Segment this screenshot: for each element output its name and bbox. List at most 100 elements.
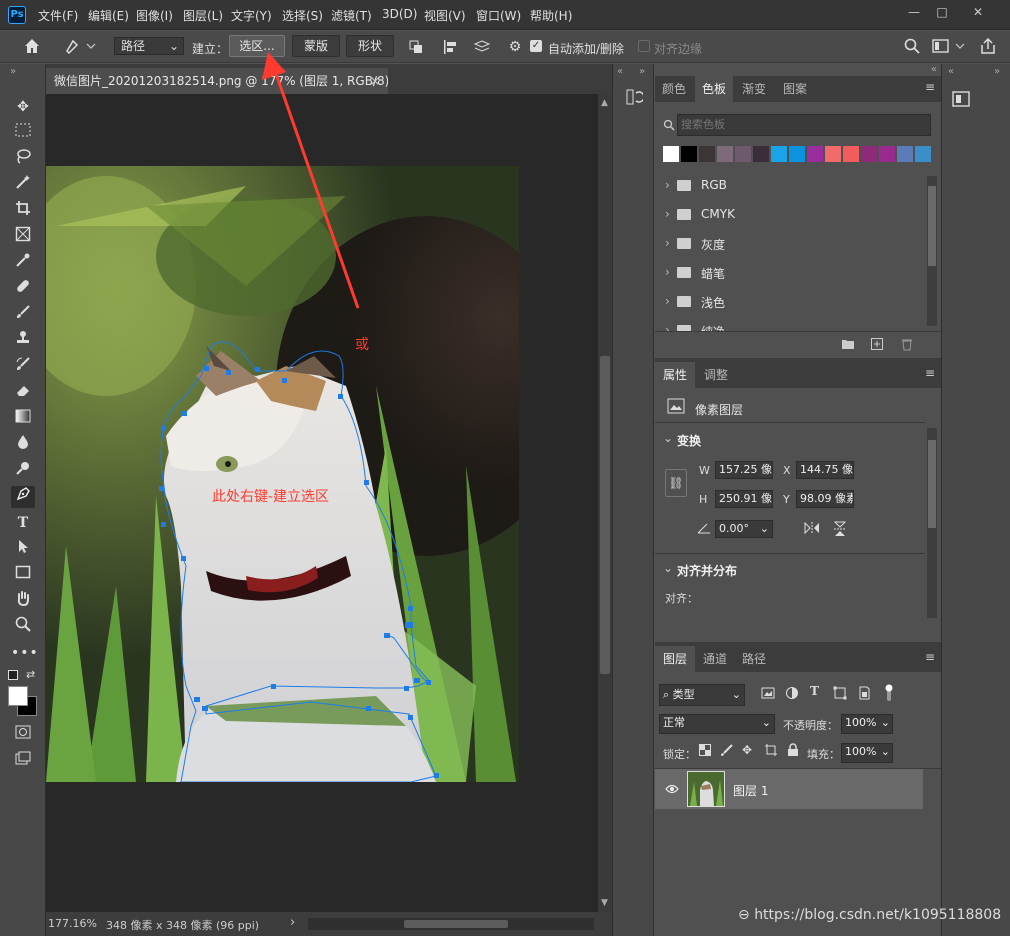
color-swatch[interactable] xyxy=(735,146,751,162)
swatch-group-pure[interactable]: › 纯净 xyxy=(655,316,925,331)
chevron-down-icon[interactable]: ⌄ xyxy=(663,561,673,575)
align-edges-checkbox[interactable] xyxy=(638,40,650,52)
y-field[interactable]: 98.09 像素 xyxy=(796,490,854,508)
path-operations-icon[interactable] xyxy=(406,39,426,59)
menu-filter[interactable]: 滤镜(T) xyxy=(331,7,372,24)
close-tab-icon[interactable]: × xyxy=(370,68,380,94)
brush-tool-icon[interactable] xyxy=(11,304,35,326)
lasso-tool-icon[interactable] xyxy=(11,148,35,170)
fill-field[interactable]: 100% ⌄ xyxy=(841,743,893,763)
menu-layer[interactable]: 图层(L) xyxy=(183,7,223,24)
panel-menu-icon[interactable]: ≡ xyxy=(925,80,935,94)
libraries-icon[interactable] xyxy=(952,90,970,108)
clone-stamp-tool-icon[interactable] xyxy=(11,330,35,352)
menu-file[interactable]: 文件(F) xyxy=(38,7,78,24)
swap-colors-icon[interactable]: ⇄ xyxy=(26,668,35,681)
lock-transparent-icon[interactable] xyxy=(699,744,711,759)
properties-scrollbar[interactable] xyxy=(927,428,937,618)
opacity-field[interactable]: 100% ⌄ xyxy=(841,714,893,734)
swatch-group-light[interactable]: › 浅色 xyxy=(655,287,925,315)
color-swatch[interactable] xyxy=(771,146,787,162)
color-swatch[interactable] xyxy=(897,146,913,162)
horizontal-scrollbar[interactable] xyxy=(308,918,594,930)
menu-help[interactable]: 帮助(H) xyxy=(530,7,572,24)
color-swatch[interactable] xyxy=(753,146,769,162)
default-colors-icon[interactable] xyxy=(8,670,18,680)
filter-adjustment-icon[interactable] xyxy=(785,686,799,703)
collapse-panels-icon[interactable]: « xyxy=(931,64,937,75)
trash-icon[interactable] xyxy=(901,338,913,354)
swatch-group-pastel[interactable]: › 蜡笔 xyxy=(655,258,925,286)
crop-tool-icon[interactable] xyxy=(11,200,35,222)
maximize-button[interactable]: □ xyxy=(930,3,954,21)
tab-properties[interactable]: 属性 xyxy=(655,362,695,388)
quick-mask-icon[interactable] xyxy=(11,724,35,746)
path-alignment-icon[interactable] xyxy=(440,39,460,59)
magic-wand-tool-icon[interactable] xyxy=(11,174,35,196)
expand-icon[interactable]: » xyxy=(639,66,645,77)
screen-mode-icon[interactable] xyxy=(11,750,35,772)
color-swatch[interactable] xyxy=(681,146,697,162)
blur-tool-icon[interactable] xyxy=(11,434,35,456)
color-swatch[interactable] xyxy=(699,146,715,162)
swatches-scrollbar[interactable] xyxy=(927,176,937,326)
filter-smart-object-icon[interactable] xyxy=(857,686,871,703)
status-menu-arrow[interactable]: › xyxy=(290,915,295,930)
menu-window[interactable]: 窗口(W) xyxy=(476,7,521,24)
color-swatch[interactable] xyxy=(861,146,877,162)
share-icon[interactable] xyxy=(978,37,998,59)
tab-adjustments[interactable]: 调整 xyxy=(697,362,735,388)
eraser-tool-icon[interactable] xyxy=(11,382,35,404)
new-group-icon[interactable] xyxy=(841,338,855,353)
history-panel-icon[interactable] xyxy=(625,88,645,106)
swatch-group-rgb[interactable]: › RGB xyxy=(655,171,925,199)
horizontal-scroll-thumb[interactable] xyxy=(404,920,508,928)
height-field[interactable]: 250.91 像素 xyxy=(715,490,773,508)
menu-type[interactable]: 文字(Y) xyxy=(231,7,272,24)
marquee-tool-icon[interactable] xyxy=(11,122,35,144)
flip-vertical-icon[interactable] xyxy=(833,520,847,541)
workspace-icon[interactable] xyxy=(932,38,966,58)
chevron-down-icon[interactable]: ⌄ xyxy=(663,431,673,445)
link-dimensions-icon[interactable]: ⛓ xyxy=(665,469,687,497)
zoom-tool-icon[interactable] xyxy=(11,616,35,638)
tab-channels[interactable]: 通道 xyxy=(697,646,733,672)
type-tool-icon[interactable]: T xyxy=(11,512,35,534)
gear-icon[interactable]: ⚙ xyxy=(506,39,524,55)
tab-paths[interactable]: 路径 xyxy=(735,646,773,672)
x-field[interactable]: 144.75 像素 xyxy=(796,461,854,479)
scroll-down-icon[interactable]: ▼ xyxy=(601,898,608,908)
layer-filter-select[interactable]: ⌕ 类型 ⌄ xyxy=(659,684,745,706)
color-swatch[interactable] xyxy=(879,146,895,162)
menu-edit[interactable]: 编辑(E) xyxy=(88,7,129,24)
home-icon[interactable] xyxy=(20,37,44,59)
panel-menu-icon[interactable]: ≡ xyxy=(925,650,935,664)
menu-view[interactable]: 视图(V) xyxy=(424,7,466,24)
blend-mode-select[interactable]: 正常 ⌄ xyxy=(659,714,775,734)
menu-image[interactable]: 图像(I) xyxy=(136,7,173,24)
swatches-scroll-thumb[interactable] xyxy=(928,186,936,266)
tab-swatches[interactable]: 色板 xyxy=(695,76,733,102)
filter-toggle-icon[interactable] xyxy=(885,684,893,702)
path-arrangement-icon[interactable] xyxy=(472,39,492,59)
filter-pixel-icon[interactable] xyxy=(761,687,775,702)
path-selection-tool-icon[interactable] xyxy=(11,538,35,560)
collapse-toolbar-icon[interactable]: » xyxy=(10,66,16,77)
tab-color[interactable]: 颜色 xyxy=(655,76,693,102)
move-tool-icon[interactable]: ✥ xyxy=(11,96,35,118)
frame-tool-icon[interactable] xyxy=(11,226,35,248)
healing-brush-tool-icon[interactable] xyxy=(11,278,35,300)
swatch-search-input[interactable] xyxy=(677,114,931,136)
vertical-scroll-thumb[interactable] xyxy=(600,356,610,674)
layer-row[interactable]: 图层 1 xyxy=(655,769,923,809)
panel-menu-icon[interactable]: ≡ xyxy=(925,366,935,380)
filter-type-icon[interactable]: T xyxy=(810,684,819,698)
minimize-button[interactable]: — xyxy=(902,3,926,21)
scroll-up-icon[interactable]: ▲ xyxy=(601,98,608,108)
color-swatch[interactable] xyxy=(663,146,679,162)
expand-icon[interactable]: » xyxy=(994,66,1000,77)
rectangle-tool-icon[interactable] xyxy=(11,564,35,586)
color-swatch[interactable] xyxy=(717,146,733,162)
angle-field[interactable]: 0.00° ⌄ xyxy=(715,520,773,538)
foreground-color-swatch[interactable] xyxy=(8,686,28,706)
